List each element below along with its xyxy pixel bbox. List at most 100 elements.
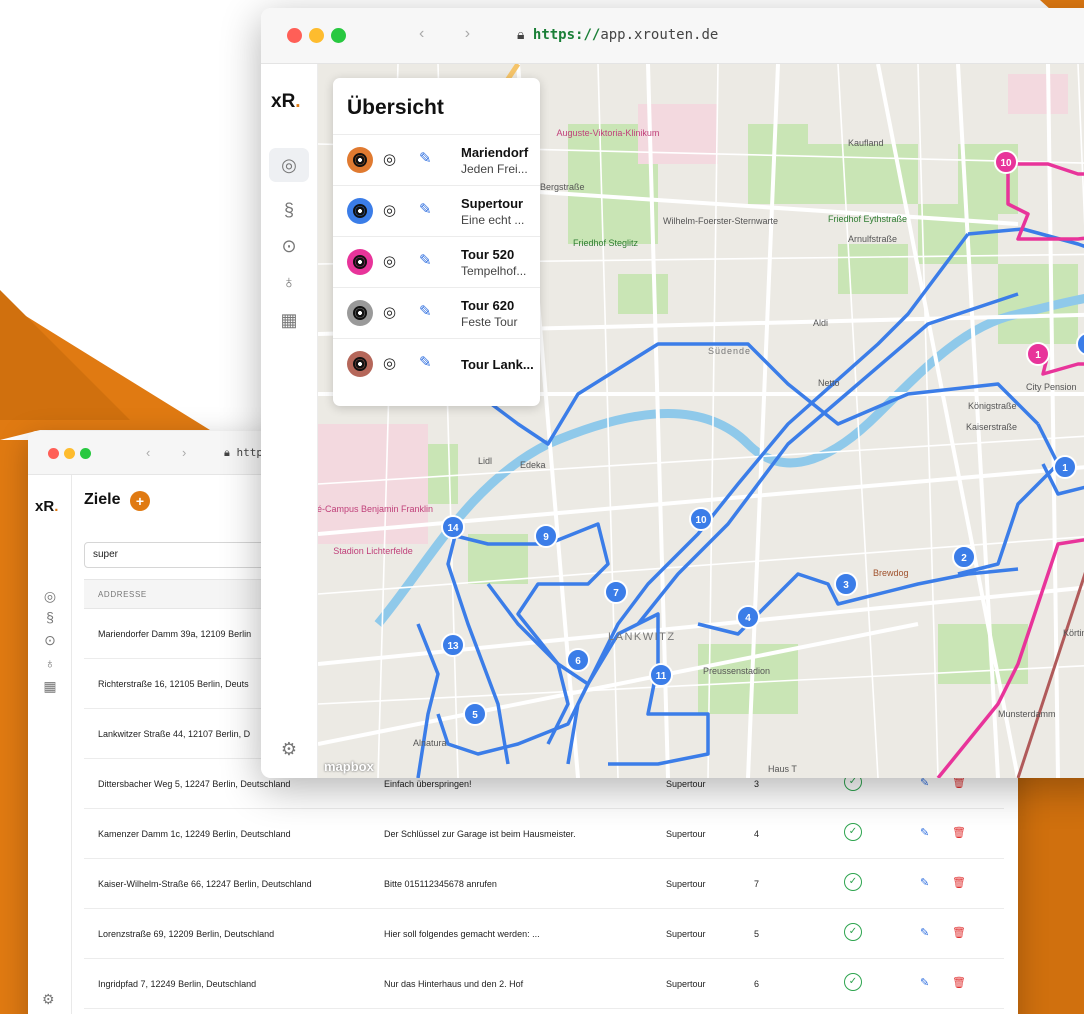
route-marker[interactable]: 5 [463, 702, 487, 726]
svg-text:14: 14 [447, 523, 459, 534]
check-icon: ✓ [844, 973, 862, 991]
route-marker[interactable]: 13 [441, 633, 465, 657]
edit-icon[interactable]: ✎ [920, 876, 929, 889]
pin-icon[interactable]: ⊙ [279, 236, 299, 257]
svg-text:LANKWITZ: LANKWITZ [608, 631, 676, 643]
delete-icon[interactable]: 🗑︎ [952, 976, 966, 989]
tour-item[interactable]: ◎ ✎ Supertour Eine echt ... [333, 185, 540, 236]
minimize-button[interactable] [64, 448, 75, 459]
minimize-button[interactable] [309, 28, 324, 43]
pin-icon[interactable]: ⊙ [40, 632, 60, 649]
history-nav[interactable]: ‹ › [419, 25, 488, 43]
edit-icon[interactable]: ✎ [419, 251, 432, 269]
edit-icon[interactable]: ✎ [920, 976, 929, 989]
url-text: http [236, 446, 263, 459]
eye-icon[interactable] [347, 198, 373, 224]
svg-text:Kaufland: Kaufland [848, 138, 884, 148]
add-target-button[interactable]: + [130, 491, 150, 511]
close-button[interactable] [48, 448, 59, 459]
address-bar[interactable]: 🔒︎ https://app.xrouten.de [517, 27, 718, 43]
edit-icon[interactable]: ✎ [920, 926, 929, 939]
route-marker[interactable]: 2 [952, 545, 976, 569]
app-logo[interactable]: xR. [271, 91, 301, 113]
search-input[interactable]: super [84, 542, 284, 568]
edit-icon[interactable]: ✎ [419, 200, 432, 218]
route-marker[interactable]: 10 [994, 150, 1018, 174]
route-marker[interactable]: 10 [689, 507, 713, 531]
svg-text:6: 6 [575, 656, 581, 667]
eye-off-icon[interactable]: ◎ [383, 201, 396, 219]
eye-icon[interactable] [347, 147, 373, 173]
svg-text:Kaiserstraße: Kaiserstraße [966, 422, 1017, 432]
edit-icon[interactable]: ✎ [419, 302, 432, 320]
route-marker[interactable]: 3 [834, 572, 858, 596]
note-cell: Bitte 015112345678 anrufen [384, 879, 497, 889]
delete-icon[interactable]: 🗑︎ [952, 876, 966, 889]
tour-item[interactable]: ◎ ✎ Tour Lank... [333, 338, 540, 389]
route-marker[interactable]: 9 [534, 524, 558, 548]
svg-text:11: 11 [656, 671, 667, 682]
edit-icon[interactable]: ✎ [419, 353, 432, 371]
svg-text:Lidl: Lidl [478, 456, 492, 466]
gear-icon[interactable]: ⚙ [42, 991, 55, 1008]
eye-off-icon[interactable]: ◎ [383, 150, 396, 168]
building-icon[interactable]: ▦ [279, 310, 299, 331]
address-cell: Mariendorfer Damm 39a, 12109 Berlin [98, 629, 252, 639]
note-cell: Hier soll folgendes gemacht werden: ... [384, 929, 540, 939]
users-icon[interactable]: ♁ [279, 272, 299, 293]
route-map[interactable]: 1 2 3 4 5 6 7 9 10 11 13 14 1 6 10 [318, 64, 1084, 778]
tour-item[interactable]: ◎ ✎ Tour 620 Feste Tour [333, 287, 540, 338]
close-button[interactable] [287, 28, 302, 43]
building-icon[interactable]: ▦ [40, 678, 60, 695]
users-icon[interactable]: ♁ [40, 655, 60, 671]
column-header-address[interactable]: ADDRESSE [98, 590, 147, 599]
route-icon[interactable]: § [279, 200, 299, 221]
eye-icon[interactable] [347, 351, 373, 377]
tour-name: Tour 620 [461, 298, 515, 313]
route-marker[interactable]: 1 [1026, 342, 1050, 366]
svg-text:Edeka: Edeka [520, 460, 546, 470]
maximize-button[interactable] [80, 448, 91, 459]
route-icon[interactable]: § [40, 609, 60, 625]
table-row[interactable]: Kaiser-Wilhelm-Straße 66, 12247 Berlin, … [84, 859, 1004, 909]
eye-off-icon[interactable]: ◎ [383, 354, 396, 372]
route-marker[interactable]: 14 [441, 515, 465, 539]
route-marker[interactable]: 7 [604, 580, 628, 604]
table-row[interactable]: Kamenzer Damm 1c, 12249 Berlin, Deutschl… [84, 809, 1004, 859]
order-cell: 3 [754, 779, 760, 789]
tour-name: Tour Lank... [461, 357, 534, 372]
address-cell: Dittersbacher Weg 5, 12247 Berlin, Deuts… [98, 779, 291, 789]
mapbox-attribution[interactable]: mapbox [324, 759, 374, 774]
history-nav[interactable]: ‹ › [146, 445, 200, 460]
edit-icon[interactable]: ✎ [419, 149, 432, 167]
app-logo[interactable]: xR. [35, 498, 58, 515]
globe-icon[interactable]: ◎ [40, 588, 60, 605]
tour-item[interactable]: ◎ ✎ Mariendorf Jeden Frei... [333, 134, 540, 185]
route-marker[interactable]: 1 [1053, 455, 1077, 479]
svg-text:Auguste-Viktoria-Klinikum: Auguste-Viktoria-Klinikum [557, 128, 660, 138]
tour-item[interactable]: ◎ ✎ Tour 520 Tempelhof... [333, 236, 540, 287]
eye-off-icon[interactable]: ◎ [383, 303, 396, 321]
address-cell: Lorenzstraße 69, 12209 Berlin, Deutschla… [98, 929, 275, 939]
eye-off-icon[interactable]: ◎ [383, 252, 396, 270]
order-cell: 7 [754, 879, 760, 889]
svg-text:Brewdog: Brewdog [873, 568, 909, 578]
page-title: Ziele [84, 491, 121, 508]
note-cell: Einfach überspringen! [384, 779, 472, 789]
delete-icon[interactable]: 🗑︎ [952, 926, 966, 939]
eye-icon[interactable] [347, 300, 373, 326]
route-marker[interactable]: 6 [566, 648, 590, 672]
eye-icon[interactable] [347, 249, 373, 275]
gear-icon[interactable]: ⚙ [279, 739, 299, 760]
window-controls [287, 28, 346, 43]
table-row[interactable]: Ingridpfad 7, 12249 Berlin, Deutschland … [84, 959, 1004, 1009]
route-marker[interactable]: 11 [649, 663, 673, 687]
globe-icon[interactable]: ◎ [279, 155, 299, 176]
svg-text:5: 5 [472, 710, 478, 721]
address-bar[interactable]: 🔒︎ http [224, 446, 263, 460]
table-row[interactable]: Lorenzstraße 69, 12209 Berlin, Deutschla… [84, 909, 1004, 959]
edit-icon[interactable]: ✎ [920, 826, 929, 839]
route-marker[interactable]: 4 [736, 605, 760, 629]
delete-icon[interactable]: 🗑︎ [952, 826, 966, 839]
maximize-button[interactable] [331, 28, 346, 43]
